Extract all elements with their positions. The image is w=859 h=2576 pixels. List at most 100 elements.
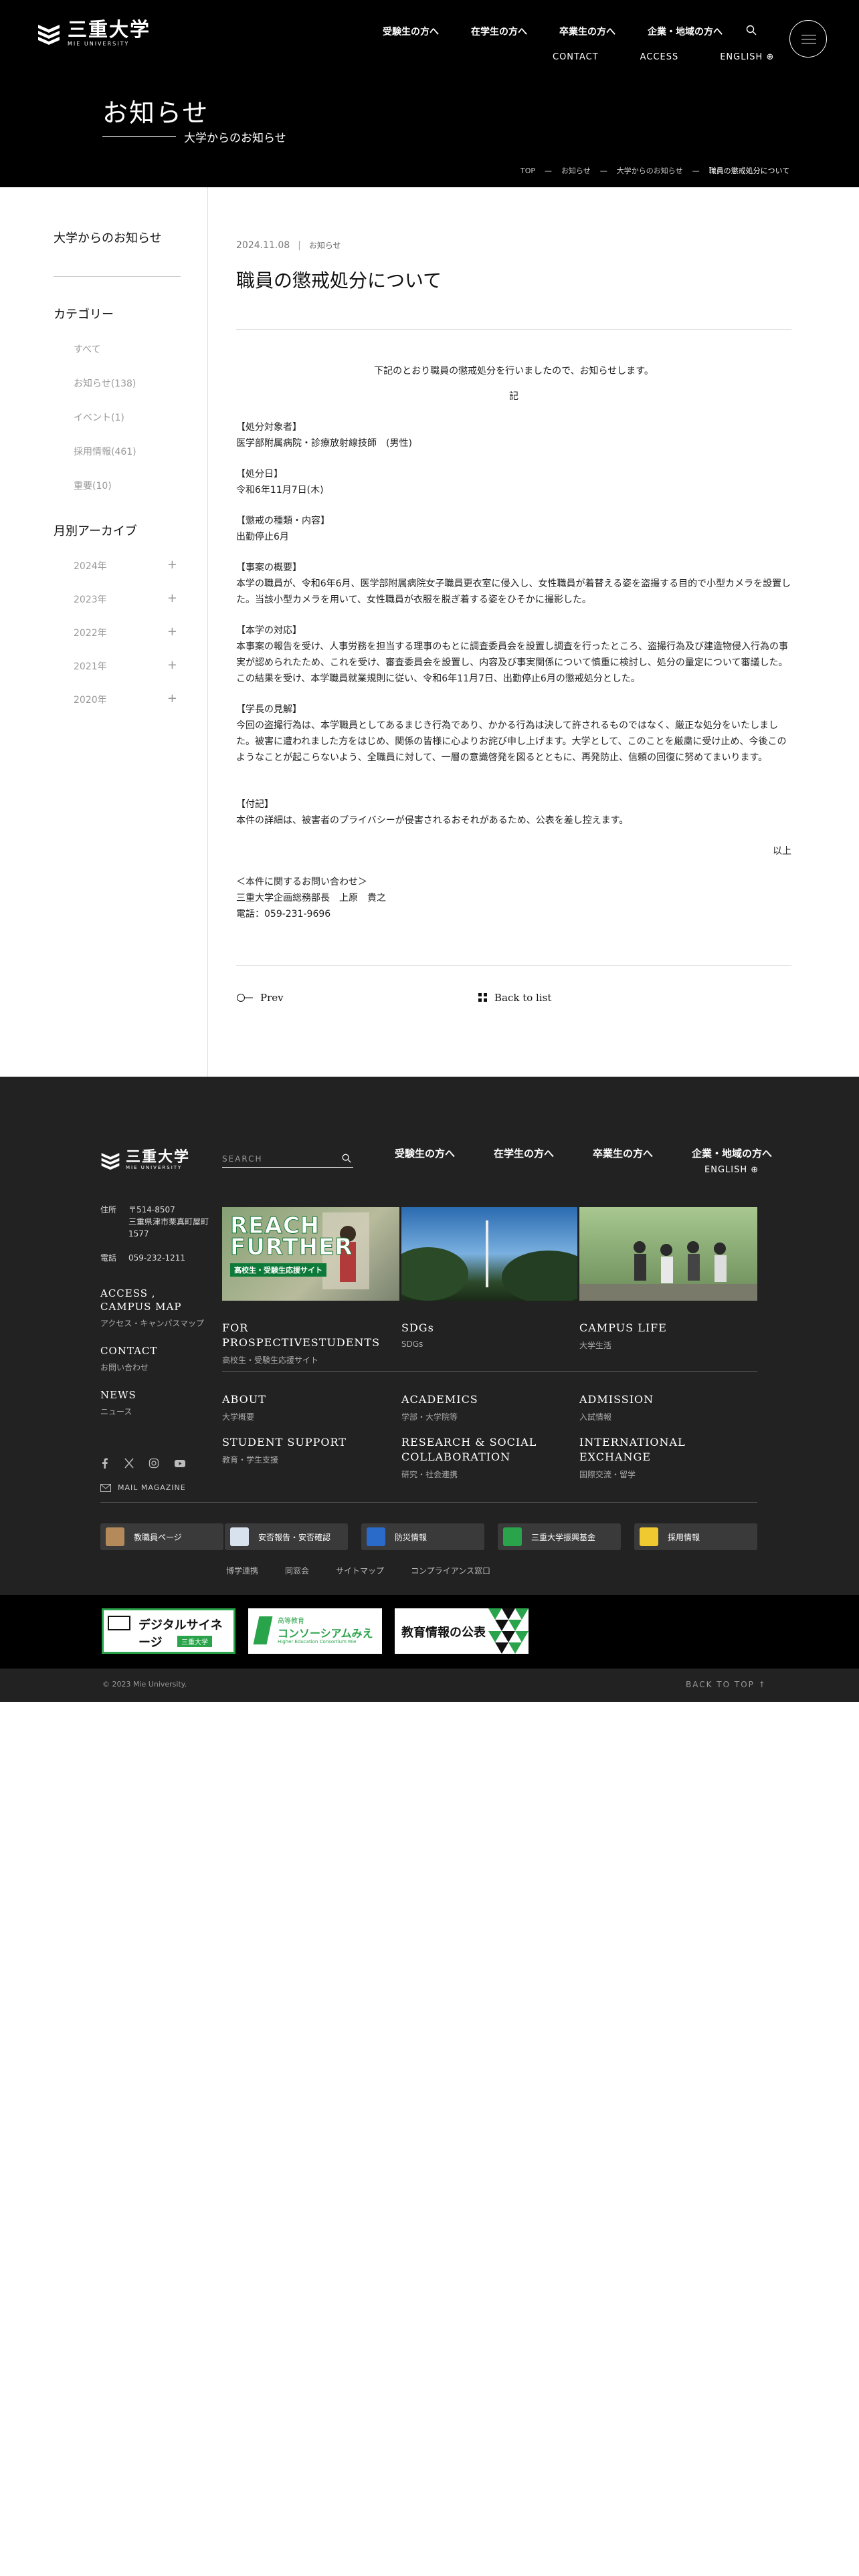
nav-english[interactable]: ENGLISH ⊕ — [720, 52, 774, 62]
banner-caption-heading: SDGs — [401, 1321, 434, 1334]
breadcrumb: TOP — お知らせ — 大学からのお知らせ — 職員の懲戒処分について — [520, 165, 789, 176]
footer-link-heading: ACCESS , CAMPUS MAP — [100, 1287, 182, 1313]
archive-year-label: 2022年 — [74, 628, 107, 639]
x-icon[interactable] — [124, 1458, 134, 1469]
back-to-top-button[interactable]: BACK TO TOP ↑ — [686, 1680, 767, 1689]
banner-campus-life[interactable] — [579, 1207, 757, 1301]
archive-year-2022[interactable]: 2022年 + — [74, 625, 177, 639]
footer-col-international[interactable]: INTERNATIONAL EXCHANGE 国際交流・留学 — [579, 1435, 757, 1480]
banner-caption[interactable]: SDGs SDGs — [401, 1321, 575, 1349]
small-link[interactable]: サイトマップ — [336, 1565, 384, 1576]
footer-col-heading: RESEARCH & SOCIAL COLLABORATION — [401, 1436, 537, 1463]
category-news[interactable]: お知らせ(138) — [74, 377, 136, 390]
nav-alumni[interactable]: 卒業生の方へ — [559, 25, 615, 38]
footer-nav-business[interactable]: 企業・地域の方へ — [692, 1146, 772, 1160]
archive-year-2024[interactable]: 2024年 + — [74, 558, 177, 572]
banner-sdgs[interactable] — [401, 1207, 577, 1301]
archive-year-2023[interactable]: 2023年 + — [74, 591, 177, 606]
page-title: お知らせ — [102, 98, 209, 128]
plus-icon: + — [167, 625, 177, 639]
facebook-icon[interactable] — [100, 1458, 110, 1469]
digital-signage-logo[interactable]: デジタルサイネージ 三重大学 — [102, 1608, 235, 1654]
contact-phone: 電話：059-231-9696 — [236, 909, 331, 920]
banner-caption-sub: 高校生・受験生応援サイト — [222, 1356, 319, 1365]
footer-col-research[interactable]: RESEARCH & SOCIAL COLLABORATION 研究・社会連携 — [401, 1435, 555, 1480]
footer-col-about[interactable]: ABOUT 大学概要 — [222, 1392, 396, 1422]
section-body: 令和6年11月7日(木) — [236, 485, 324, 496]
section-heading: 【学長の見解】 — [236, 704, 302, 715]
banner-caption-heading: CAMPUS LIFE — [579, 1321, 667, 1334]
logo-mark-icon — [101, 1153, 120, 1170]
nav-contact[interactable]: CONTACT — [553, 52, 599, 62]
footer-col-sub: 研究・社会連携 — [401, 1470, 458, 1479]
breadcrumb-current: 職員の懲戒処分について — [708, 167, 790, 175]
quick-link-label: 三重大学振興基金 — [531, 1532, 596, 1542]
footer-link-sub: お問い合わせ — [100, 1363, 149, 1372]
nav-english-label: ENGLISH — [720, 52, 763, 62]
footer-col-heading: ABOUT — [222, 1393, 266, 1406]
banner-caption[interactable]: FOR PROSPECTIVESTUDENTS 高校生・受験生応援サイト — [222, 1321, 396, 1366]
footer-logo[interactable]: 三重大学 MIE UNIVERSITY — [100, 1150, 190, 1170]
nav-students[interactable]: 在学生の方へ — [471, 25, 527, 38]
banner-prospective[interactable]: REACH FURTHER 高校生・受験生応援サイト — [222, 1207, 399, 1301]
banner-reach-text: REACH FURTHER — [230, 1214, 353, 1259]
footer-english-link[interactable]: ENGLISH ⊕ — [704, 1165, 759, 1175]
back-to-list-link[interactable]: Back to list — [478, 992, 551, 1004]
quick-link-label: 防災情報 — [395, 1532, 427, 1542]
menu-button[interactable] — [789, 20, 827, 58]
small-link[interactable]: 同窓会 — [285, 1565, 309, 1576]
search-icon[interactable] — [745, 24, 757, 36]
breadcrumb-univ-news[interactable]: 大学からのお知らせ — [617, 165, 683, 176]
category-event[interactable]: イベント(1) — [74, 411, 124, 424]
footer-link-access[interactable]: ACCESS , CAMPUS MAP アクセス・キャンパスマップ — [100, 1287, 207, 1329]
youtube-icon[interactable] — [174, 1458, 186, 1469]
quick-link-label: 教職員ページ — [134, 1532, 182, 1542]
footer-col-sub: 学部・大学院等 — [401, 1412, 458, 1422]
contact-heading: ＜本件に関するお問い合わせ＞ — [236, 877, 367, 887]
article-tag[interactable]: お知らせ — [309, 239, 341, 251]
quick-link-safety[interactable]: 安否報告・安否確認 — [225, 1523, 348, 1550]
consortium-logo[interactable]: 高等教育 コンソーシアムみえ Higher Education Consorti… — [248, 1608, 382, 1654]
archive-year-label: 2024年 — [74, 561, 107, 572]
nav-business[interactable]: 企業・地域の方へ — [648, 25, 723, 38]
quick-link-staff[interactable]: 教職員ページ — [100, 1523, 223, 1550]
footer-nav-prospective[interactable]: 受験生の方へ — [395, 1146, 455, 1160]
footer-nav-alumni[interactable]: 卒業生の方へ — [593, 1146, 653, 1160]
education-info-logo[interactable]: 教育情報の公表 — [395, 1608, 529, 1654]
category-all[interactable]: すべて — [74, 342, 100, 356]
archive-year-2020[interactable]: 2020年 + — [74, 691, 177, 706]
banner-caption[interactable]: CAMPUS LIFE 大学生活 — [579, 1321, 753, 1351]
quick-link-fund[interactable]: 三重大学振興基金 — [498, 1523, 621, 1550]
site-logo[interactable]: 三重大学 MIE UNIVERSITY — [37, 20, 151, 47]
archive-year-2021[interactable]: 2021年 + — [74, 658, 177, 673]
footer-nav: 受験生の方へ 在学生の方へ 卒業生の方へ 企業・地域の方へ — [395, 1146, 772, 1160]
nav-prospective[interactable]: 受験生の方へ — [383, 25, 439, 38]
footer-col-heading: INTERNATIONAL EXCHANGE — [579, 1436, 686, 1463]
category-recruit[interactable]: 採用情報(461) — [74, 445, 136, 458]
small-link[interactable]: 博学連携 — [226, 1565, 258, 1576]
footer-col-student-support[interactable]: STUDENT SUPPORT 教育・学生支援 — [222, 1435, 396, 1465]
breadcrumb-top[interactable]: TOP — [520, 167, 535, 175]
footer-col-academics[interactable]: ACADEMICS 学部・大学院等 — [401, 1392, 575, 1422]
smartphone-icon — [230, 1527, 249, 1546]
mail-magazine-link[interactable]: MAIL MAGAZINE — [100, 1483, 186, 1492]
sidebar: 大学からのお知らせ カテゴリー すべて お知らせ(138) イベント(1) 採用… — [0, 187, 208, 1077]
quick-link-recruit[interactable]: 採用情報 — [634, 1523, 757, 1550]
contact-person: 三重大学企画総務部長 上原 貴之 — [236, 893, 386, 903]
footer-link-news[interactable]: NEWS ニュース — [100, 1388, 207, 1417]
instagram-icon[interactable] — [149, 1458, 159, 1469]
footer-search-input[interactable]: SEARCH — [222, 1152, 353, 1168]
quick-link-disaster[interactable]: 防災情報 — [361, 1523, 484, 1550]
footer-col-admission[interactable]: ADMISSION 入試情報 — [579, 1392, 753, 1422]
footer-nav-students[interactable]: 在学生の方へ — [494, 1146, 554, 1160]
arrow-up-icon: ↑ — [758, 1680, 767, 1689]
footer-link-contact[interactable]: CONTACT お問い合わせ — [100, 1344, 207, 1373]
meta-separator: | — [298, 239, 301, 251]
breadcrumb-news[interactable]: お知らせ — [561, 165, 591, 176]
small-link[interactable]: コンプライアンス窓口 — [411, 1565, 490, 1576]
search-icon[interactable] — [341, 1153, 352, 1164]
nav-access[interactable]: ACCESS — [640, 52, 679, 62]
sidebar-title[interactable]: 大学からのお知らせ — [54, 229, 162, 246]
category-important[interactable]: 重要(10) — [74, 479, 112, 492]
prev-link[interactable]: Prev — [236, 992, 284, 1004]
